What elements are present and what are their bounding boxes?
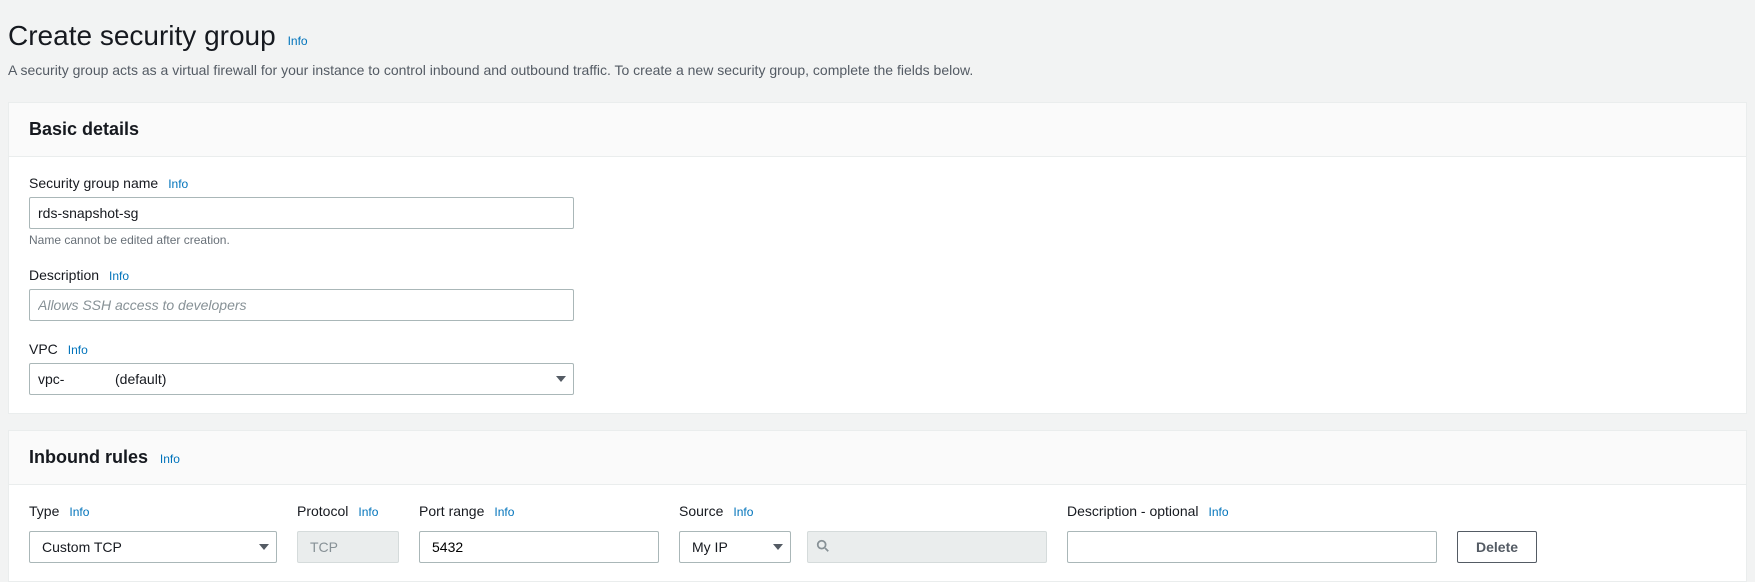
inbound-rules-title: Inbound rules [29, 447, 148, 467]
port-column-info-link[interactable]: Info [494, 505, 514, 519]
inbound-rules-info-link[interactable]: Info [160, 452, 180, 466]
desc-column-label: Description - optional [1067, 503, 1199, 519]
inbound-column-headers: Type Info Protocol Info Port range Info … [29, 503, 1726, 525]
vpc-select-value: vpc- (default) [38, 371, 166, 387]
page-title: Create security group [8, 20, 276, 51]
vpc-info-link[interactable]: Info [68, 343, 88, 357]
type-select-value: Custom TCP [42, 539, 122, 555]
page-title-info-link[interactable]: Info [288, 34, 308, 48]
source-column-info-link[interactable]: Info [733, 505, 753, 519]
type-column-info-link[interactable]: Info [69, 505, 89, 519]
security-group-name-helper: Name cannot be edited after creation. [29, 233, 1726, 247]
inbound-rule-row: Custom TCP TCP [29, 531, 1726, 563]
security-group-name-info-link[interactable]: Info [168, 177, 188, 191]
source-column-label: Source [679, 503, 723, 519]
vpc-label: VPC [29, 341, 58, 357]
source-mode-select[interactable]: My IP [679, 531, 791, 563]
basic-details-title: Basic details [29, 119, 139, 139]
protocol-input-disabled: TCP [297, 531, 399, 563]
inbound-rules-header: Inbound rules Info [9, 431, 1746, 485]
basic-details-header: Basic details [9, 103, 1746, 157]
description-input[interactable] [29, 289, 574, 321]
type-select[interactable]: Custom TCP [29, 531, 277, 563]
protocol-value: TCP [310, 539, 338, 555]
port-column-label: Port range [419, 503, 484, 519]
security-group-name-field: Security group name Info Name cannot be … [29, 175, 1726, 247]
vpc-field: VPC Info vpc- (default) [29, 341, 1726, 395]
security-group-name-label: Security group name [29, 175, 158, 191]
inbound-rules-panel: Inbound rules Info Type Info Protocol In… [8, 430, 1747, 582]
basic-details-panel: Basic details Security group name Info N… [8, 102, 1747, 414]
source-search-box [807, 531, 1047, 563]
type-column-label: Type [29, 503, 59, 519]
protocol-column-info-link[interactable]: Info [358, 505, 378, 519]
page-header: Create security group Info A security gr… [0, 0, 1755, 94]
search-icon [816, 539, 830, 556]
page-description: A security group acts as a virtual firew… [8, 62, 1747, 78]
source-mode-value: My IP [692, 539, 728, 555]
delete-rule-button[interactable]: Delete [1457, 531, 1537, 563]
vpc-select[interactable]: vpc- (default) [29, 363, 574, 395]
desc-column-info-link[interactable]: Info [1209, 505, 1229, 519]
description-field: Description Info [29, 267, 1726, 321]
description-label: Description [29, 267, 99, 283]
rule-description-input[interactable] [1067, 531, 1437, 563]
inbound-rules-body: Type Info Protocol Info Port range Info … [9, 485, 1746, 581]
security-group-name-input[interactable] [29, 197, 574, 229]
basic-details-body: Security group name Info Name cannot be … [9, 157, 1746, 413]
port-range-input[interactable] [419, 531, 659, 563]
description-info-link[interactable]: Info [109, 269, 129, 283]
protocol-column-label: Protocol [297, 503, 348, 519]
